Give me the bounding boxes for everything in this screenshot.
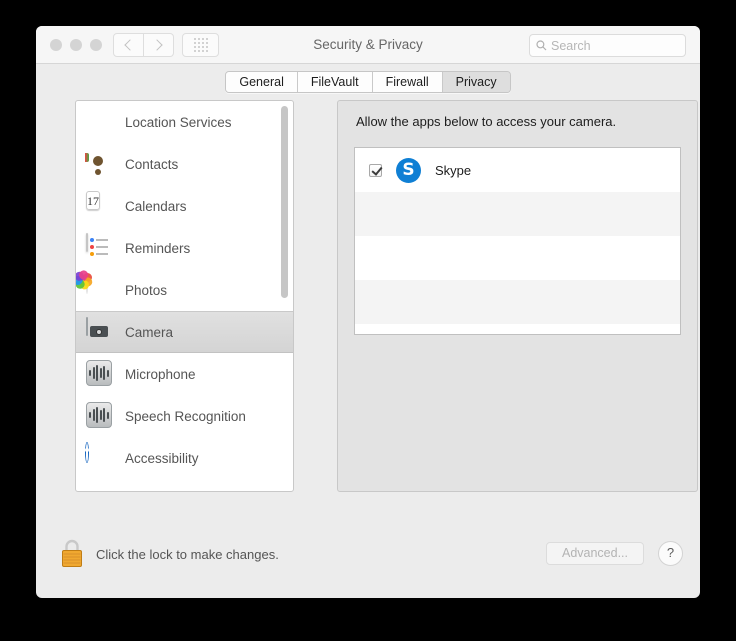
- sidebar-item-accessibility[interactable]: Accessibility: [76, 437, 293, 479]
- privacy-category-list[interactable]: Location Services Contacts 17 Calendars: [75, 100, 294, 492]
- tab-firewall[interactable]: Firewall: [371, 72, 442, 92]
- accessibility-icon: [86, 443, 114, 472]
- reminders-icon: [86, 233, 114, 262]
- app-row-skype[interactable]: S Skype: [355, 148, 680, 192]
- help-button[interactable]: ?: [658, 541, 683, 566]
- sidebar-scrollbar[interactable]: [279, 104, 290, 488]
- sidebar-item-reminders[interactable]: Reminders: [76, 227, 293, 269]
- app-name: Skype: [435, 162, 472, 178]
- skype-icon: S: [396, 157, 421, 183]
- tab-general[interactable]: General: [226, 72, 297, 92]
- sidebar-item-label: Calendars: [125, 198, 187, 214]
- window-titlebar: Security & Privacy Search: [36, 26, 700, 64]
- sidebar-item-label: Photos: [125, 282, 168, 298]
- closed-lock-icon[interactable]: [58, 537, 86, 569]
- sidebar-item-label: Speech Recognition: [125, 408, 246, 424]
- tab-filevault[interactable]: FileVault: [296, 72, 372, 92]
- lock-message: Click the lock to make changes.: [96, 547, 279, 562]
- sidebar-item-microphone[interactable]: Microphone: [76, 353, 293, 395]
- microphone-icon: [86, 360, 114, 388]
- app-row-empty: [355, 236, 680, 280]
- sidebar-item-label: Location Services: [125, 114, 232, 130]
- tab-group: General FileVault Firewall Privacy: [225, 71, 511, 93]
- sidebar-item-calendars[interactable]: 17 Calendars: [76, 185, 293, 227]
- sidebar-item-speech-recognition[interactable]: Speech Recognition: [76, 395, 293, 437]
- sidebar-item-label: Contacts: [125, 156, 179, 172]
- sidebar-item-contacts[interactable]: Contacts: [76, 143, 293, 185]
- sidebar-item-label: Accessibility: [125, 450, 199, 466]
- allowed-apps-list[interactable]: S Skype: [354, 147, 681, 335]
- tab-bar: General FileVault Firewall Privacy: [36, 64, 700, 100]
- calendar-day: 17: [87, 194, 99, 208]
- window-footer: Click the lock to make changes. Advanced…: [36, 525, 700, 598]
- app-row-empty: [355, 280, 680, 324]
- sidebar-item-label: Camera: [125, 324, 174, 340]
- camera-icon: [86, 317, 114, 346]
- search-field[interactable]: Search: [529, 34, 686, 57]
- sidebar-item-label: Reminders: [125, 240, 191, 256]
- scrollbar-thumb[interactable]: [281, 106, 288, 298]
- sidebar-item-location-services[interactable]: Location Services: [76, 101, 293, 143]
- system-preferences-window: Security & Privacy Search General FileVa…: [36, 26, 700, 598]
- app-checkbox[interactable]: [369, 163, 382, 177]
- contacts-icon: [86, 150, 114, 178]
- location-services-icon: [86, 108, 114, 136]
- search-placeholder: Search: [551, 38, 591, 53]
- app-row-empty: [355, 192, 680, 236]
- pane-description: Allow the apps below to access your came…: [356, 114, 617, 129]
- sidebar-item-label: Microphone: [125, 366, 196, 382]
- sidebar-item-photos[interactable]: Photos: [76, 268, 293, 311]
- speech-recognition-icon: [86, 402, 114, 430]
- camera-permissions-pane: Allow the apps below to access your came…: [337, 100, 698, 492]
- calendars-icon: 17: [86, 191, 114, 220]
- search-icon: [536, 40, 547, 51]
- advanced-button[interactable]: Advanced...: [546, 542, 644, 565]
- photos-icon: [76, 268, 114, 304]
- preference-content: Location Services Contacts 17 Calendars: [36, 100, 700, 525]
- sidebar-item-camera[interactable]: Camera: [76, 311, 293, 353]
- tab-privacy[interactable]: Privacy: [441, 72, 510, 92]
